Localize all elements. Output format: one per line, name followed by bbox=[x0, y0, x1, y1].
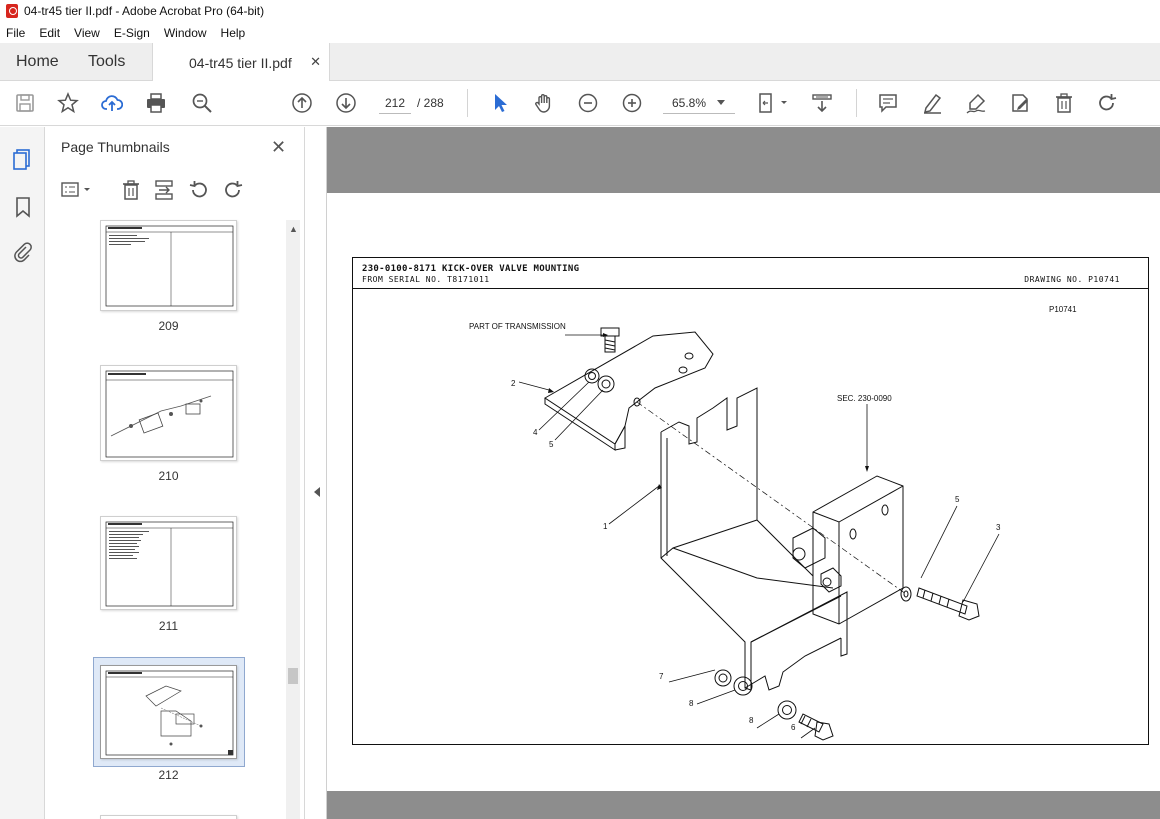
toolbar-divider bbox=[856, 89, 857, 117]
panel-collapse-handle[interactable] bbox=[305, 127, 327, 819]
page-thumbnails-panel: Page Thumbnails ✕ 209 210 211 212 ▲ bbox=[45, 127, 305, 819]
callout-1: 1 bbox=[603, 522, 608, 531]
collapse-arrow-icon bbox=[314, 487, 320, 497]
callout-4: 4 bbox=[533, 428, 538, 437]
left-navigation-rail bbox=[0, 127, 45, 819]
scroll-mode-icon[interactable] bbox=[810, 91, 834, 115]
redo-rotate-icon[interactable] bbox=[1095, 91, 1119, 115]
delete-page-icon[interactable] bbox=[120, 179, 142, 201]
main-toolbar: / 288 65.8% bbox=[0, 81, 1160, 126]
tab-document[interactable]: 04-tr45 tier II.pdf ✕ bbox=[152, 43, 330, 82]
callout-7: 7 bbox=[659, 672, 664, 681]
menu-esign[interactable]: E-Sign bbox=[114, 26, 150, 40]
callout-transmission: PART OF TRANSMISSION bbox=[469, 322, 566, 331]
rotate-clockwise-icon[interactable] bbox=[222, 179, 244, 201]
page-total: / 288 bbox=[417, 96, 444, 110]
toolbar-divider bbox=[467, 89, 468, 117]
scroll-up-icon[interactable]: ▲ bbox=[289, 224, 298, 234]
thumbnail-options-icon[interactable] bbox=[59, 179, 95, 201]
comment-icon[interactable] bbox=[876, 91, 900, 115]
chevron-down-icon bbox=[717, 100, 725, 105]
page-thumbnail-209[interactable] bbox=[100, 220, 237, 311]
exploded-parts-drawing bbox=[518, 327, 1000, 741]
panel-title: Page Thumbnails bbox=[61, 139, 170, 155]
print-icon[interactable] bbox=[144, 91, 168, 115]
callout-6: 6 bbox=[791, 723, 796, 732]
drawing-frame: 230-0100-8171 KICK-OVER VALVE MOUNTING F… bbox=[352, 257, 1149, 745]
callout-5-upper: 5 bbox=[549, 440, 554, 449]
previous-page-icon[interactable] bbox=[290, 91, 314, 115]
callout-3: 3 bbox=[996, 523, 1001, 532]
callout-2: 2 bbox=[511, 379, 516, 388]
page-thumbnail-label: 211 bbox=[158, 619, 179, 633]
drawing-tag: P10741 bbox=[1049, 305, 1077, 314]
acrobat-logo-icon bbox=[6, 4, 18, 18]
page-number-input[interactable] bbox=[379, 92, 411, 114]
page-thumbnail-label: 212 bbox=[158, 768, 179, 782]
menu-window[interactable]: Window bbox=[164, 26, 207, 40]
thumbnail-scrollbar[interactable]: ▲ bbox=[286, 220, 300, 819]
zoom-out-icon[interactable] bbox=[576, 91, 600, 115]
menu-edit[interactable]: Edit bbox=[39, 26, 60, 40]
zoom-in-icon[interactable] bbox=[620, 91, 644, 115]
page-thumbnail-label: 210 bbox=[158, 469, 179, 483]
upload-cloud-icon[interactable] bbox=[100, 91, 124, 115]
highlight-pen-icon[interactable] bbox=[920, 91, 944, 115]
fill-sign-icon[interactable] bbox=[1008, 91, 1032, 115]
menu-file[interactable]: File bbox=[6, 26, 25, 40]
zoom-search-icon[interactable] bbox=[190, 91, 214, 115]
menu-view[interactable]: View bbox=[74, 26, 100, 40]
tab-document-label: 04-tr45 tier II.pdf bbox=[189, 54, 292, 71]
bookmark-icon[interactable] bbox=[11, 195, 35, 219]
tab-tools[interactable]: Tools bbox=[88, 43, 125, 81]
page-thumbnail-210[interactable] bbox=[100, 365, 237, 461]
page-thumbnail-212[interactable] bbox=[100, 665, 237, 759]
title-bar: 04-tr45 tier II.pdf - Adobe Acrobat Pro … bbox=[0, 0, 1160, 22]
callout-8-left: 8 bbox=[689, 699, 694, 708]
page-thumbnail-211[interactable] bbox=[100, 516, 237, 610]
pdf-page: 230-0100-8171 KICK-OVER VALVE MOUNTING F… bbox=[327, 193, 1160, 791]
page-thumbnails-icon[interactable] bbox=[11, 147, 35, 171]
delete-trash-icon[interactable] bbox=[1052, 91, 1076, 115]
page-thumbnail-label: 209 bbox=[158, 319, 179, 333]
callout-section: SEC. 230-0090 bbox=[837, 394, 892, 403]
callout-5-right: 5 bbox=[955, 495, 960, 504]
menu-help[interactable]: Help bbox=[221, 26, 246, 40]
zoom-level-select[interactable]: 65.8% bbox=[663, 92, 735, 114]
page-thumbnail-213[interactable] bbox=[100, 815, 237, 819]
menu-bar: File Edit View E-Sign Window Help bbox=[0, 22, 1160, 43]
close-tab-icon[interactable]: ✕ bbox=[310, 54, 321, 70]
next-page-icon[interactable] bbox=[334, 91, 358, 115]
zoom-level-value: 65.8% bbox=[672, 96, 707, 110]
close-panel-icon[interactable]: ✕ bbox=[271, 137, 286, 158]
attachment-paperclip-icon[interactable] bbox=[11, 240, 35, 264]
sign-pen-icon[interactable] bbox=[964, 91, 988, 115]
save-icon[interactable] bbox=[13, 91, 37, 115]
tab-bar: Home Tools 04-tr45 tier II.pdf ✕ bbox=[0, 43, 1160, 82]
tab-home[interactable]: Home bbox=[16, 43, 59, 81]
page-fit-icon[interactable] bbox=[756, 91, 790, 115]
rotate-counterclockwise-icon[interactable] bbox=[188, 179, 210, 201]
insert-page-icon[interactable] bbox=[153, 179, 175, 201]
scrollbar-thumb[interactable] bbox=[288, 668, 298, 684]
document-viewport[interactable]: 230-0100-8171 KICK-OVER VALVE MOUNTING F… bbox=[327, 127, 1160, 819]
star-icon[interactable] bbox=[56, 91, 80, 115]
hand-tool-icon[interactable] bbox=[532, 91, 556, 115]
window-title: 04-tr45 tier II.pdf - Adobe Acrobat Pro … bbox=[24, 4, 265, 18]
select-cursor-icon[interactable] bbox=[488, 91, 512, 115]
callout-8-right: 8 bbox=[749, 716, 754, 725]
